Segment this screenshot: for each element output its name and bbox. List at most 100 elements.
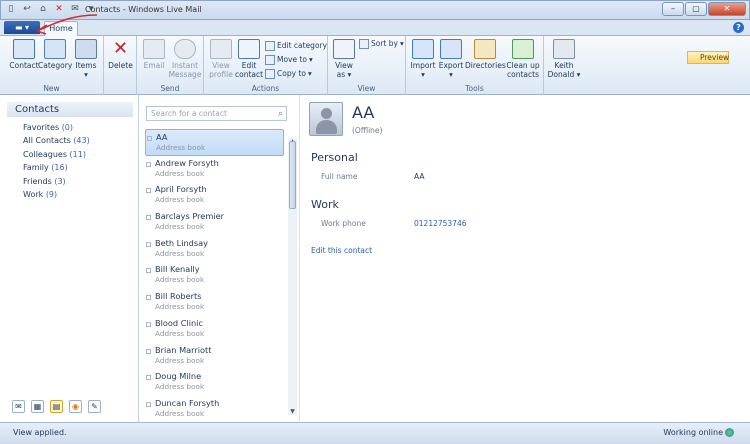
contact-checkbox[interactable] (146, 295, 151, 301)
new-category-button[interactable]: Category (38, 39, 72, 70)
export-icon (440, 39, 462, 59)
new-items-button[interactable]: Items ▾ (73, 39, 99, 79)
help-icon[interactable]: ? (733, 22, 744, 33)
contact-list-item[interactable]: Doug Milne Address book (145, 369, 284, 396)
directories-button[interactable]: Directories (465, 39, 506, 70)
contacts-module-icon[interactable]: ▤ (50, 400, 63, 413)
category-family[interactable]: Family (16) (23, 161, 90, 174)
calendar-module-icon[interactable]: ▦ (31, 400, 44, 413)
search-icon[interactable]: ⌕ (278, 108, 283, 121)
category-colleagues[interactable]: Colleagues (11) (23, 148, 90, 161)
contact-list-source: Address book (155, 275, 205, 285)
edit-category-button[interactable]: Edit category (265, 40, 327, 52)
instant-message-button[interactable]: Instant Message (168, 39, 202, 79)
contact-list-item[interactable]: Brian Marriott Address book (145, 343, 284, 370)
contact-checkbox[interactable] (146, 161, 151, 167)
contacts-header[interactable]: Contacts (7, 102, 133, 117)
contact-list-source: Address book (155, 302, 205, 312)
category-work[interactable]: Work (9) (23, 188, 90, 201)
preview-toggle[interactable]: Preview (687, 51, 729, 64)
contact-list-source: Address book (155, 168, 205, 178)
close-button[interactable]: ✕ (708, 2, 746, 16)
move-to-button[interactable]: Move to ▾ (265, 54, 313, 66)
category-friends[interactable]: Friends (3) (23, 175, 90, 188)
contact-list-pane: Search for a contact ⌕ AA Address book And… (139, 95, 299, 422)
contact-checkbox[interactable] (147, 136, 152, 141)
delete-x-icon: ✕ (112, 38, 129, 59)
contact-list-source: Address book (155, 328, 205, 338)
profile-icon (210, 39, 232, 59)
delete-button[interactable]: ✕ Delete (106, 38, 135, 71)
edit-contact-link[interactable]: Edit this contact (311, 246, 372, 255)
maximize-button[interactable]: ▢ (685, 2, 707, 16)
ribbon-tab-row: ▬ ▾ Home ? (0, 20, 750, 36)
edit-category-icon (265, 41, 275, 51)
contact-name: AA (352, 103, 375, 122)
contact-checkbox[interactable] (146, 348, 151, 354)
feeds-module-icon[interactable]: ◉ (69, 400, 82, 413)
scroll-thumb[interactable] (289, 141, 296, 209)
contact-list-item[interactable]: Bill Kenally Address book (145, 262, 284, 289)
group-delete: ✕ Delete (104, 36, 137, 95)
new-contact-button[interactable]: Contact (8, 39, 40, 70)
group-tools: Import ▾ Export ▾ Directories Clean up cont… (406, 36, 544, 95)
contact-list-name: Bill Roberts (155, 291, 202, 302)
status-bar: View applied. Working online (0, 422, 750, 444)
edit-contact-button[interactable]: Edit contact (235, 39, 263, 79)
clean-up-icon (512, 39, 534, 59)
contact-list-source: Address book (155, 195, 205, 205)
contact-list-source: Address book (155, 222, 205, 232)
contact-list-item[interactable]: AA Address book (145, 129, 284, 156)
contact-list-item[interactable]: Beth Lindsay Address book (145, 236, 284, 263)
group-view: View as ▾ Sort by ▾ Preview View (328, 36, 729, 95)
export-button[interactable]: Export ▾ (438, 39, 464, 79)
minimize-button[interactable]: – (662, 2, 684, 16)
sort-by-button[interactable]: Sort by ▾ (359, 38, 404, 50)
import-button[interactable]: Import ▾ (410, 39, 436, 79)
contact-list-item[interactable]: April Forsyth Address book (145, 182, 284, 209)
window-title: Contacts - Windows Live Mail (85, 5, 202, 14)
contact-checkbox[interactable] (146, 375, 151, 381)
search-input[interactable]: Search for a contact ⌕ (146, 106, 287, 121)
contact-checkbox[interactable] (146, 215, 151, 221)
category-all-contacts[interactable]: All Contacts (43) (23, 134, 90, 147)
contact-checkbox[interactable] (146, 268, 151, 274)
edit-contact-icon (238, 39, 260, 59)
new-icon[interactable]: ▯ (5, 3, 17, 15)
account-button[interactable]: Keith Donald ▾ (547, 39, 581, 79)
contact-list-scrollbar[interactable]: ▲ ▼ (288, 138, 297, 415)
messenger-icon (174, 39, 196, 59)
connection-status: Working online (663, 428, 734, 437)
contact-list-name: April Forsyth (155, 184, 207, 195)
contact-list-item[interactable]: Duncan Forsyth Address book (145, 396, 284, 423)
category-favorites[interactable]: Favorites (0) (23, 121, 90, 134)
scroll-down-icon[interactable]: ▼ (288, 408, 297, 415)
work-phone-value[interactable]: 01212753746 (414, 219, 467, 228)
full-name-label: Full name (321, 172, 358, 181)
personal-heading: Personal (311, 151, 358, 164)
contact-checkbox[interactable] (146, 188, 151, 194)
contact-list-source: Address book (156, 143, 206, 152)
view-as-icon (333, 39, 355, 59)
move-to-icon (265, 55, 275, 65)
contact-checkbox[interactable] (146, 321, 151, 327)
contact-list-item[interactable]: Andrew Forsyth Address book (145, 156, 284, 183)
category-tree: Favorites (0) All Contacts (43) Colleagu… (23, 121, 90, 201)
copy-to-icon (265, 69, 275, 79)
contact-list-item[interactable]: Blood Clinic Address book (145, 316, 284, 343)
contact-checkbox[interactable] (146, 241, 151, 247)
contact-list-item[interactable]: Barclays Premier Address book (145, 209, 284, 236)
contact-list-source: Address book (155, 355, 205, 365)
contact-list-item[interactable]: Bill Roberts Address book (145, 289, 284, 316)
copy-to-button[interactable]: Copy to ▾ (265, 68, 312, 80)
title-bar: ▯ ↩ ⌂ ✕ ✉ ▾ Contacts - Windows Live Mail… (0, 0, 750, 20)
clean-up-contacts-button[interactable]: Clean up contacts (505, 39, 541, 79)
contact-list: AA Address book Andrew Forsyth Address book… (145, 129, 284, 423)
contact-checkbox[interactable] (146, 401, 151, 407)
full-name-value: AA (414, 172, 425, 181)
email-button[interactable]: Email (141, 39, 167, 70)
newsgroups-module-icon[interactable]: ✎ (88, 400, 101, 413)
view-profile-button[interactable]: View profile (207, 39, 235, 79)
view-as-button[interactable]: View as ▾ (332, 39, 356, 79)
mail-module-icon[interactable]: ✉ (12, 400, 25, 413)
